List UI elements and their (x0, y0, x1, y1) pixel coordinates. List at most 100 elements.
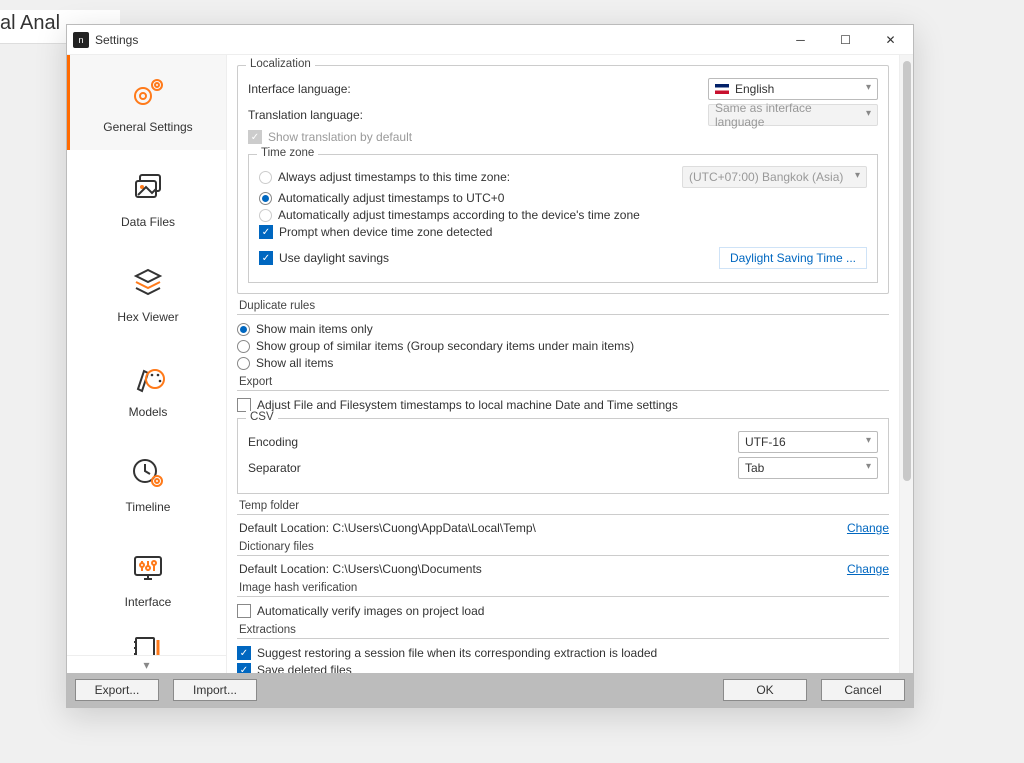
ext-suggest-label: Suggest restoring a session file when it… (257, 646, 657, 660)
window-title: Settings (95, 33, 778, 47)
select-value: UTF-16 (745, 435, 786, 449)
window-buttons: ─ ☐ ✕ (778, 26, 913, 54)
tz-always-radio[interactable] (259, 171, 272, 184)
dst-label: Use daylight savings (279, 251, 719, 265)
layers-icon (126, 262, 170, 302)
dict-change-link[interactable]: Change (847, 562, 889, 576)
show-translation-label: Show translation by default (268, 130, 412, 144)
group-csv: CSV Encoding UTF-16 Separator Tab (237, 418, 889, 494)
separator-select[interactable]: Tab (738, 457, 878, 479)
clock-gear-icon (126, 452, 170, 492)
sidebar-item-models[interactable]: Models (67, 340, 226, 435)
group-title: Time zone (257, 147, 318, 159)
sidebar-item-label: General Settings (103, 120, 192, 134)
dup-all-radio[interactable] (237, 357, 250, 370)
close-button[interactable]: ✕ (868, 26, 913, 54)
dup-all-label: Show all items (256, 356, 333, 370)
export-adjust-label: Adjust File and Filesystem timestamps to… (257, 398, 678, 412)
cancel-button[interactable]: Cancel (821, 679, 905, 701)
monitor-icon (126, 547, 170, 587)
translation-language-select: Same as interface language (708, 104, 878, 126)
interface-language-label: Interface language: (248, 82, 708, 96)
gears-icon (126, 72, 170, 112)
select-value: English (735, 82, 774, 96)
ext-savedeleted-label: Save deleted files (257, 663, 352, 673)
group-extractions: Extractions Suggest restoring a session … (237, 624, 889, 673)
group-title: Dictionary files (239, 541, 889, 553)
sidebar-item-interface[interactable]: Interface (67, 530, 226, 625)
maximize-button[interactable]: ☐ (823, 26, 868, 54)
group-title: CSV (246, 411, 278, 423)
sidebar-item-label: Hex Viewer (117, 310, 178, 324)
tz-device-label: Automatically adjust timestamps accordin… (278, 208, 867, 222)
group-localization: Localization Interface language: English… (237, 65, 889, 294)
ok-button[interactable]: OK (723, 679, 807, 701)
vertical-scrollbar[interactable] (899, 55, 913, 673)
notebook-icon (126, 629, 170, 655)
content-pane: Localization Interface language: English… (227, 55, 899, 673)
tz-always-label: Always adjust timestamps to this time zo… (278, 170, 682, 184)
dup-group-radio[interactable] (237, 340, 250, 353)
group-hash: Image hash verification Automatically ve… (237, 582, 889, 618)
group-dictionary: Dictionary files Default Location: C:\Us… (237, 541, 889, 576)
sidebar-item-label: Models (129, 405, 168, 419)
dialog-footer: Export... Import... OK Cancel (67, 673, 913, 707)
dst-button[interactable]: Daylight Saving Time ... (719, 247, 867, 269)
hash-verify-label: Automatically verify images on project l… (257, 604, 484, 618)
group-export: Export Adjust File and Filesystem timest… (237, 376, 889, 494)
dict-path: Default Location: C:\Users\Cuong\Documen… (239, 562, 847, 576)
group-title: Localization (246, 58, 315, 70)
group-duplicates: Duplicate rules Show main items only Sho… (237, 300, 889, 370)
sidebar-item-reportfields[interactable]: Additional Report Fields (67, 625, 226, 655)
group-title: Image hash verification (239, 582, 889, 594)
encoding-label: Encoding (248, 435, 738, 449)
group-timezone: Time zone Always adjust timestamps to th… (248, 154, 878, 283)
sidebar-item-hex[interactable]: Hex Viewer (67, 245, 226, 340)
titlebar: n Settings ─ ☐ ✕ (67, 25, 913, 55)
app-icon: n (73, 32, 89, 48)
temp-change-link[interactable]: Change (847, 521, 889, 535)
scrollbar-thumb[interactable] (903, 61, 911, 481)
image-stack-icon (126, 167, 170, 207)
tz-select: (UTC+07:00) Bangkok (Asia) (682, 166, 867, 188)
export-button[interactable]: Export... (75, 679, 159, 701)
palette-icon (126, 357, 170, 397)
show-translation-checkbox (248, 130, 262, 144)
select-value: Same as interface language (715, 101, 855, 129)
tz-utc0-radio[interactable] (259, 192, 272, 205)
settings-dialog: n Settings ─ ☐ ✕ G (66, 24, 914, 708)
export-adjust-checkbox[interactable] (237, 398, 251, 412)
translation-language-label: Translation language: (248, 108, 708, 122)
interface-language-select[interactable]: English (708, 78, 878, 100)
sidebar-item-general[interactable]: General Settings (67, 55, 226, 150)
dst-checkbox[interactable] (259, 251, 273, 265)
sidebar-scroll-down[interactable]: ▾ (67, 655, 226, 673)
ext-suggest-checkbox[interactable] (237, 646, 251, 660)
dup-main-radio[interactable] (237, 323, 250, 336)
group-temp: Temp folder Default Location: C:\Users\C… (237, 500, 889, 535)
tz-utc0-label: Automatically adjust timestamps to UTC+0 (278, 191, 867, 205)
group-title: Duplicate rules (239, 300, 889, 312)
minimize-button[interactable]: ─ (778, 26, 823, 54)
tz-device-radio[interactable] (259, 209, 272, 222)
sidebar-item-datafiles[interactable]: Data Files (67, 150, 226, 245)
select-value: (UTC+07:00) Bangkok (Asia) (689, 170, 843, 184)
tz-prompt-label: Prompt when device time zone detected (279, 225, 492, 239)
encoding-select[interactable]: UTF-16 (738, 431, 878, 453)
sidebar-item-label: Data Files (121, 215, 175, 229)
separator-label: Separator (248, 461, 738, 475)
import-button[interactable]: Import... (173, 679, 257, 701)
group-title: Temp folder (239, 500, 889, 512)
sidebar-item-label: Interface (125, 595, 172, 609)
sidebar: General Settings Data File (67, 55, 227, 673)
sidebar-item-timeline[interactable]: Timeline (67, 435, 226, 530)
dup-main-label: Show main items only (256, 322, 373, 336)
ext-savedeleted-checkbox[interactable] (237, 663, 251, 673)
hash-verify-checkbox[interactable] (237, 604, 251, 618)
flag-icon (715, 84, 729, 94)
temp-path: Default Location: C:\Users\Cuong\AppData… (239, 521, 847, 535)
sidebar-item-label: Timeline (126, 500, 171, 514)
group-title: Export (239, 376, 889, 388)
tz-prompt-checkbox[interactable] (259, 225, 273, 239)
group-title: Extractions (239, 624, 889, 636)
